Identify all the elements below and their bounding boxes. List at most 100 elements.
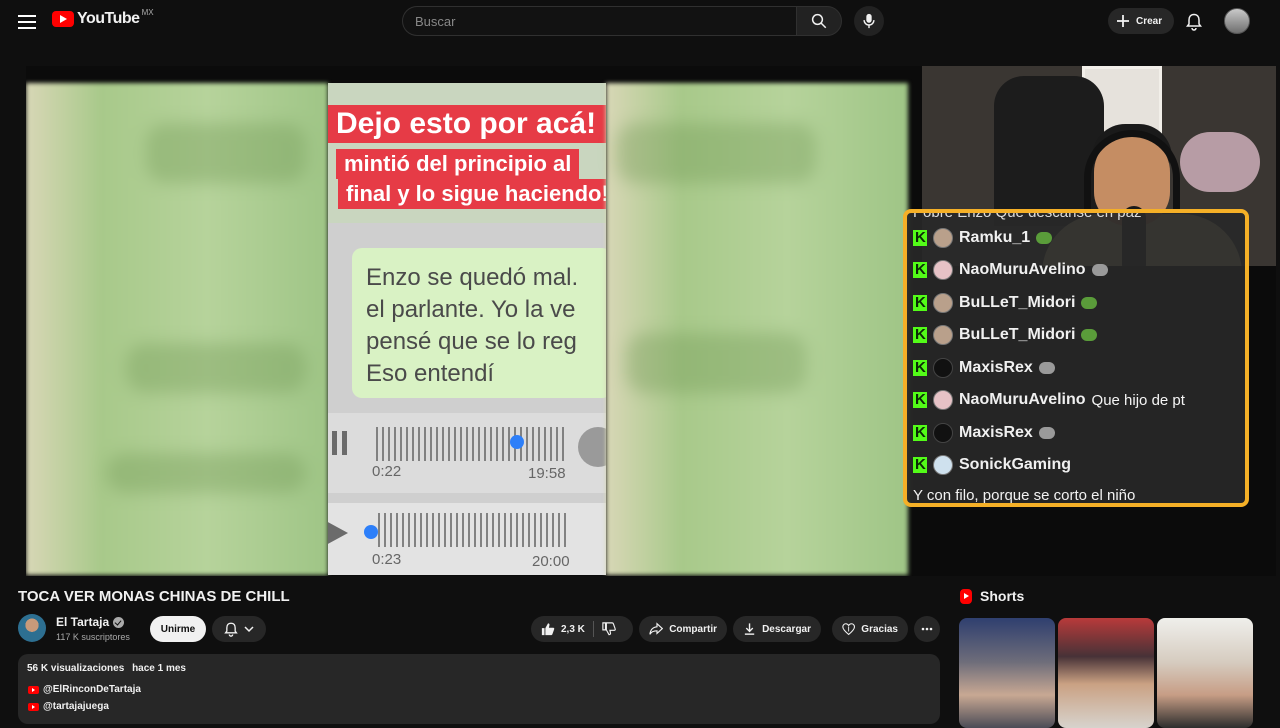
description-box[interactable]: 56 K visualizaciones hace 1 mes @ElRinco…: [18, 654, 940, 724]
audio-position: 0:23: [372, 551, 402, 568]
thumbs-up-icon[interactable]: [541, 622, 555, 636]
video-blurred-right: [606, 83, 908, 575]
youtube-logo-icon: [52, 11, 74, 27]
audio-message: 0:22 19:58: [328, 413, 606, 493]
description-link-text: @tartajajuega: [43, 701, 109, 712]
short-thumbnail[interactable]: [1058, 618, 1154, 728]
logo-text: YouTube: [77, 10, 140, 27]
join-button[interactable]: Unirme: [150, 616, 206, 642]
youtube-icon: [28, 702, 39, 711]
short-thumbnail[interactable]: [959, 618, 1055, 728]
message-line: Eso entendí: [366, 360, 495, 387]
chat-row: BuLLeT_Midori: [913, 290, 1098, 316]
description-link[interactable]: @ElRinconDeTartaja: [28, 684, 141, 695]
chat-row: BuLLeT_Midori: [913, 322, 1098, 348]
chat-avatar: [933, 260, 953, 280]
caption-line-2: mintió del principio al: [336, 149, 580, 179]
microphone-icon: [863, 13, 875, 29]
kick-badge-icon: [913, 326, 927, 343]
create-label: Crear: [1136, 15, 1163, 27]
chat-text: Que hijo de pt: [1091, 391, 1185, 409]
kick-badge-icon: [913, 424, 927, 441]
audio-time: 19:58: [528, 465, 566, 482]
youtube-logo[interactable]: YouTube MX: [52, 8, 154, 28]
notifications-button[interactable]: [1182, 10, 1206, 34]
chat-row: SonickGaming: [913, 452, 1071, 478]
chat-username: Ramku_1: [959, 229, 1031, 246]
message-line: Enzo se quedó mal.: [366, 264, 579, 291]
search-button[interactable]: [796, 6, 842, 36]
thumbs-down-icon[interactable]: [602, 622, 616, 636]
chat-message: Y con filo, porque se corto el niño: [913, 487, 1136, 504]
chat-avatar: [933, 228, 953, 248]
caption-line-1: Dejo esto por acá!: [328, 105, 606, 143]
create-button[interactable]: Crear: [1108, 8, 1175, 34]
channel-name[interactable]: El Tartaja: [56, 615, 125, 629]
user-avatar[interactable]: [1224, 8, 1250, 34]
video-content: Dejo esto por acá! mintió del principio …: [328, 83, 606, 575]
audio-progress-dot: [510, 435, 524, 449]
shorts-header: Shorts: [960, 588, 1024, 604]
thanks-button[interactable]: Gracias: [832, 616, 908, 642]
chat-username: BuLLeT_Midori: [959, 326, 1076, 343]
search-icon: [811, 13, 827, 29]
divider: [592, 621, 594, 637]
chat-username: MaxisRex: [959, 424, 1033, 441]
kick-badge-icon: [913, 456, 927, 473]
menu-icon[interactable]: [16, 11, 38, 33]
description-link-text: @ElRinconDeTartaja: [43, 684, 141, 695]
top-bar: YouTube MX Buscar Crear: [0, 0, 1280, 44]
chat-avatar: [933, 390, 953, 410]
chat-username: MaxisRex: [959, 359, 1033, 376]
cat-emote-icon: [1038, 362, 1055, 374]
channel-avatar[interactable]: [18, 614, 46, 642]
verified-icon: [113, 616, 125, 628]
kick-badge-icon: [913, 391, 927, 408]
audio-position: 0:22: [372, 463, 402, 480]
chevron-down-icon: [244, 626, 254, 633]
like-count[interactable]: 2,3 K: [561, 624, 585, 635]
chat-username: NaoMuruAvelino: [959, 391, 1086, 408]
subscription-notifications-button[interactable]: [212, 616, 266, 642]
channel-name-text: El Tartaja: [56, 615, 110, 629]
bell-icon: [224, 622, 238, 637]
frog-emote-icon: [1036, 232, 1053, 244]
search-placeholder: Buscar: [415, 13, 456, 29]
chat-row: MaxisRex: [913, 355, 1055, 381]
plus-icon: [1117, 15, 1129, 27]
kick-badge-icon: [913, 359, 927, 376]
stream-chat-overlay: Pobre Enzo Que descanse en paz Ramku_1 N…: [903, 209, 1249, 507]
video-blurred-left: [26, 83, 328, 575]
chat-message: Pobre Enzo Que descanse en paz: [913, 209, 1142, 221]
search-input[interactable]: Buscar: [402, 6, 796, 36]
description-link[interactable]: @tartajajuega: [28, 701, 109, 712]
like-dislike-group: 2,3 K: [531, 616, 633, 642]
shorts-icon: [960, 588, 972, 604]
chat-username: NaoMuruAvelino: [959, 261, 1086, 278]
audio-message: 0:23 20:00: [328, 503, 606, 575]
bell-icon: [1186, 13, 1202, 31]
kick-badge-icon: [913, 294, 927, 311]
download-icon: [744, 623, 755, 635]
youtube-icon: [28, 685, 39, 694]
chat-row: NaoMuruAvelino Que hijo de pt: [913, 387, 1185, 413]
chat-avatar: [933, 325, 953, 345]
audio-waveform: [378, 513, 568, 547]
kick-badge-icon: [913, 229, 927, 246]
heart-dollar-icon: [842, 623, 856, 636]
short-thumbnail[interactable]: [1157, 618, 1253, 728]
view-count: 56 K visualizaciones: [27, 663, 125, 674]
audio-progress-dot: [364, 525, 378, 539]
kick-badge-icon: [913, 261, 927, 278]
chat-row: MaxisRex: [913, 420, 1055, 446]
download-button[interactable]: Descargar: [733, 616, 821, 642]
voice-search-button[interactable]: [854, 6, 884, 36]
cat-emote-icon: [1091, 264, 1108, 276]
share-icon: [649, 622, 664, 635]
more-actions-button[interactable]: [914, 616, 940, 642]
chat-avatar: [933, 358, 953, 378]
share-label: Compartir: [669, 623, 717, 635]
share-button[interactable]: Compartir: [639, 616, 727, 642]
audio-waveform: [376, 427, 566, 461]
shorts-title: Shorts: [980, 588, 1025, 604]
